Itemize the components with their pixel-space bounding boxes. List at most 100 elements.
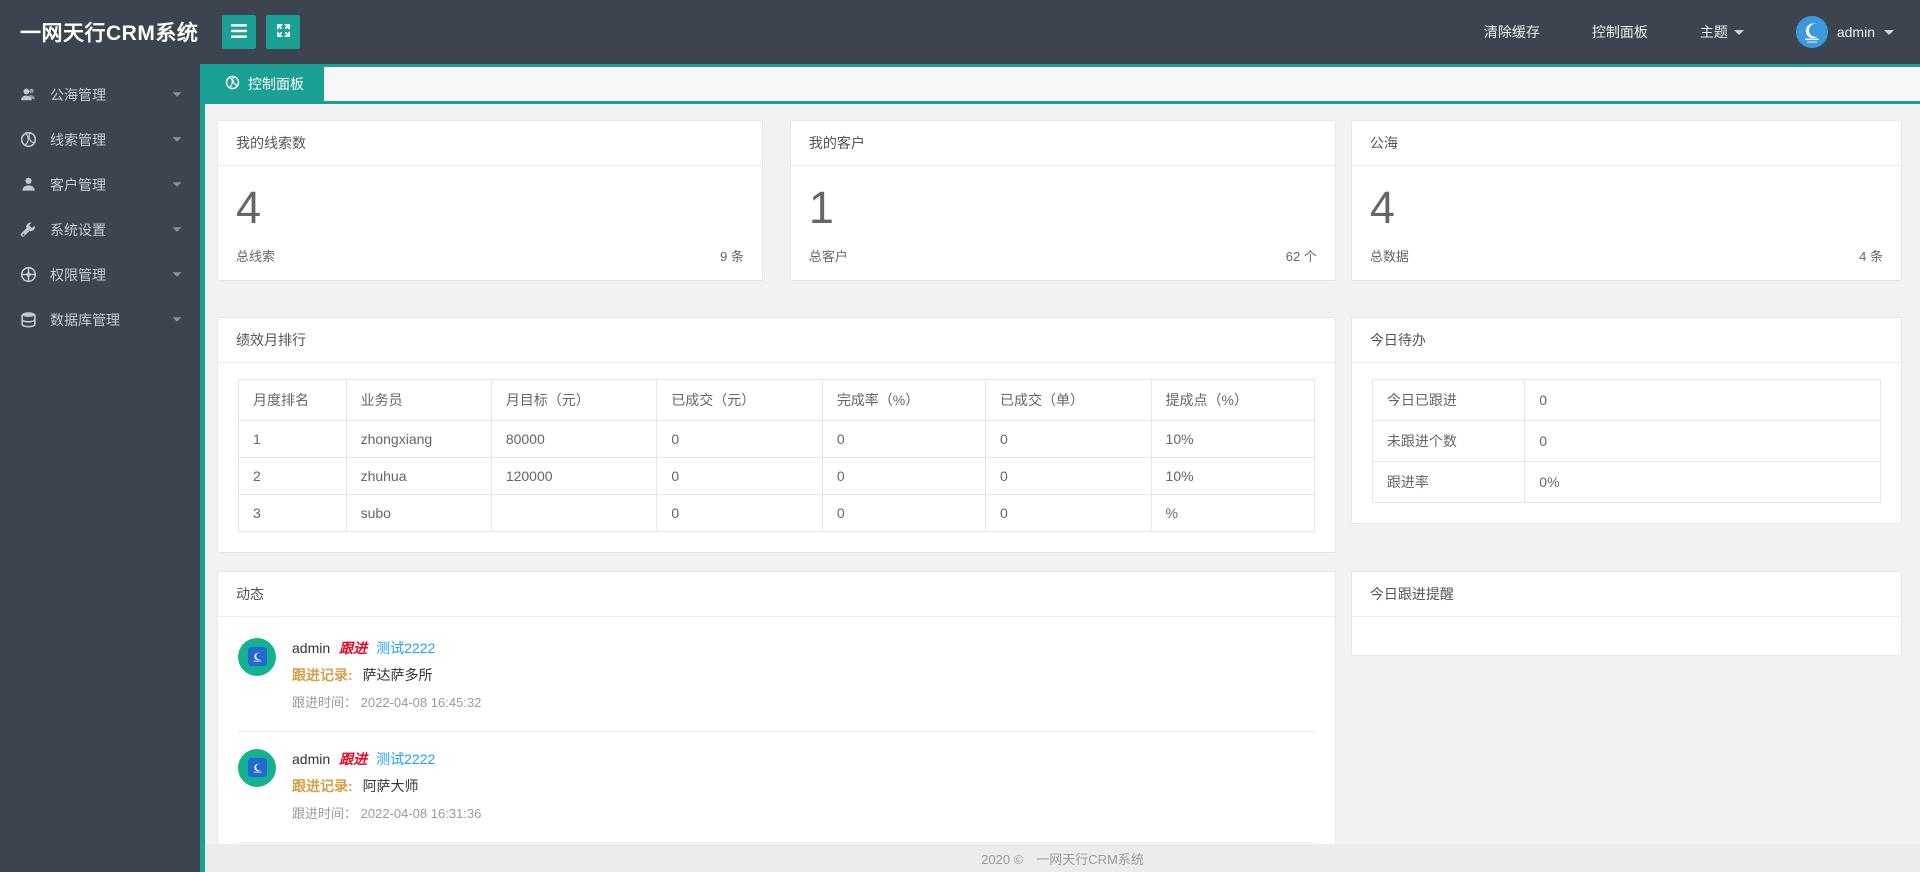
cell-salesperson: zhuhua — [345, 456, 492, 495]
cell-target — [490, 493, 658, 532]
stat-footer-label: 总线索 — [236, 248, 276, 264]
stat-footer-value: 4 条 — [1859, 248, 1883, 264]
sidebar-item-label: 系统设置 — [50, 221, 106, 238]
theme-label: 主题 — [1699, 24, 1728, 40]
todo-label: 未跟进个数 — [1371, 419, 1526, 462]
column-header: 已成交（单） — [985, 378, 1152, 421]
compass-icon — [225, 75, 240, 93]
card-title: 我的客户 — [790, 121, 1335, 166]
cell-salesperson: zhongxiang — [345, 419, 492, 458]
top-header: 一网天行CRM系统 清除缓存 控制面板 主题 admin — [0, 0, 1920, 64]
cell-completion: 0 — [821, 456, 987, 495]
fullscreen-button[interactable] — [266, 15, 301, 49]
record-text: 阿萨大师 — [362, 777, 419, 794]
card-title: 绩效月排行 — [218, 318, 1335, 363]
cell-closed-amount: 0 — [656, 456, 823, 495]
globe-icon — [20, 131, 37, 148]
cell-closed-amount: 0 — [656, 419, 823, 458]
cell-rank: 1 — [238, 419, 347, 458]
stat-value: 4 — [1369, 182, 1395, 233]
app-title: 一网天行CRM系统 — [20, 22, 199, 45]
cell-commission: 10% — [1150, 419, 1315, 458]
chevron-down-icon — [172, 137, 182, 142]
column-header: 完成率（%） — [821, 378, 987, 421]
todo-table: 今日已跟进 0 未跟进个数 0 跟进率 0% — [1371, 378, 1881, 503]
permissions-icon — [20, 266, 37, 283]
activity-target-link[interactable]: 测试2222 — [376, 749, 435, 769]
sidebar-item-label: 数据库管理 — [50, 311, 120, 328]
todo-label: 今日已跟进 — [1371, 378, 1526, 421]
brand-logo-icon — [247, 758, 267, 778]
cell-closed-deals: 0 — [985, 456, 1152, 495]
cell-closed-deals: 0 — [985, 419, 1152, 458]
hamburger-icon — [231, 23, 248, 41]
cell-target: 120000 — [490, 456, 658, 495]
sidebar-item-settings[interactable]: 系统设置 — [0, 207, 200, 252]
copyright-text: 2020 © 一网天行CRM系统 — [981, 851, 1144, 867]
sidebar-item-label: 权限管理 — [50, 266, 106, 283]
sidebar-item-permissions[interactable]: 权限管理 — [0, 252, 200, 297]
stat-footer-label: 总客户 — [808, 248, 848, 264]
card-title: 公海 — [1351, 121, 1901, 166]
record-label: 跟进记录: — [292, 777, 353, 794]
expand-icon — [276, 23, 291, 41]
sidebar-item-leads[interactable]: 线索管理 — [0, 117, 200, 162]
column-header: 提成点（%） — [1150, 378, 1315, 421]
user-menu[interactable]: admin — [1795, 16, 1894, 48]
stat-footer-value: 9 条 — [720, 248, 744, 264]
cell-completion: 0 — [821, 419, 987, 458]
chevron-down-icon — [172, 182, 182, 187]
cell-target: 80000 — [490, 419, 658, 458]
tab-bar: 控制面板 — [205, 67, 1920, 104]
table-row: 2 zhuhua 120000 0 0 0 10% — [238, 456, 1315, 495]
record-text: 萨达萨多所 — [362, 666, 433, 683]
stat-footer-label: 总数据 — [1369, 248, 1409, 264]
activity-feed-card: 动态 admin 跟进 测试2222 跟进记录: 萨达萨多所 跟进时间： 202… — [217, 570, 1336, 872]
chevron-down-icon — [172, 227, 182, 232]
column-header: 业务员 — [345, 378, 492, 421]
stat-footer-value: 62 个 — [1285, 248, 1317, 264]
time-label: 跟进时间： — [292, 805, 358, 821]
avatar — [238, 748, 276, 787]
reminder-empty-body — [1352, 617, 1901, 655]
cell-rank: 2 — [238, 456, 347, 495]
card-title: 动态 — [218, 572, 1335, 617]
card-title: 我的线索数 — [218, 121, 762, 166]
activity-user: admin — [292, 639, 331, 656]
activity-action: 跟进 — [339, 639, 368, 656]
column-header: 已成交（元） — [656, 378, 823, 421]
clear-cache-link[interactable]: 清除缓存 — [1484, 22, 1540, 42]
stat-value: 4 — [236, 182, 262, 233]
username: admin — [1836, 24, 1875, 40]
theme-dropdown[interactable]: 主题 — [1700, 22, 1744, 42]
sidebar-item-public-sea[interactable]: 公海管理 — [0, 72, 200, 117]
tab-control-panel[interactable]: 控制面板 — [205, 67, 324, 101]
crm-app: 一网天行CRM系统 清除缓存 控制面板 主题 admin 公海管理 线索管理 客… — [0, 0, 1920, 872]
chevron-down-icon — [172, 92, 182, 97]
stat-card-my-leads: 我的线索数 4 总线索 9 条 — [217, 120, 763, 281]
sidebar-toggle-button[interactable] — [222, 15, 257, 49]
chevron-down-icon — [1733, 29, 1744, 35]
table-row: 1 zhongxiang 80000 0 0 0 10% — [238, 419, 1315, 458]
stat-card-public-sea: 公海 4 总数据 4 条 — [1350, 120, 1902, 281]
cell-closed-deals: 0 — [985, 493, 1152, 532]
dashboard-content: 我的线索数 4 总线索 9 条 我的客户 1 总客户 62 个 公海 4 总数据… — [205, 104, 1920, 872]
todo-value: 0 — [1524, 378, 1881, 421]
activity-target-link[interactable]: 测试2222 — [376, 638, 435, 658]
todo-label: 跟进率 — [1371, 460, 1526, 503]
cell-rank: 3 — [238, 493, 347, 532]
performance-table: 月度排名 业务员 月目标（元） 已成交（元） 完成率（%） 已成交（单） 提成点… — [238, 378, 1315, 532]
cell-closed-amount: 0 — [656, 493, 823, 532]
list-item: admin 跟进 测试2222 跟进记录: 萨达萨多所 跟进时间： 2022-0… — [238, 621, 1315, 732]
table-header-row: 月度排名 业务员 月目标（元） 已成交（元） 完成率（%） 已成交（单） 提成点… — [238, 378, 1315, 421]
list-item: admin 跟进 测试2222 跟进记录: 阿萨大师 跟进时间： 2022-04… — [238, 732, 1315, 843]
sidebar-item-database[interactable]: 数据库管理 — [0, 297, 200, 342]
control-panel-link[interactable]: 控制面板 — [1592, 22, 1648, 42]
sidebar-item-customers[interactable]: 客户管理 — [0, 162, 200, 207]
user-avatar — [1795, 16, 1828, 48]
tab-label: 控制面板 — [248, 76, 304, 92]
table-row: 未跟进个数 0 — [1371, 419, 1881, 462]
column-header: 月目标（元） — [490, 378, 658, 421]
column-header: 月度排名 — [238, 378, 347, 421]
chevron-down-icon — [172, 272, 182, 277]
